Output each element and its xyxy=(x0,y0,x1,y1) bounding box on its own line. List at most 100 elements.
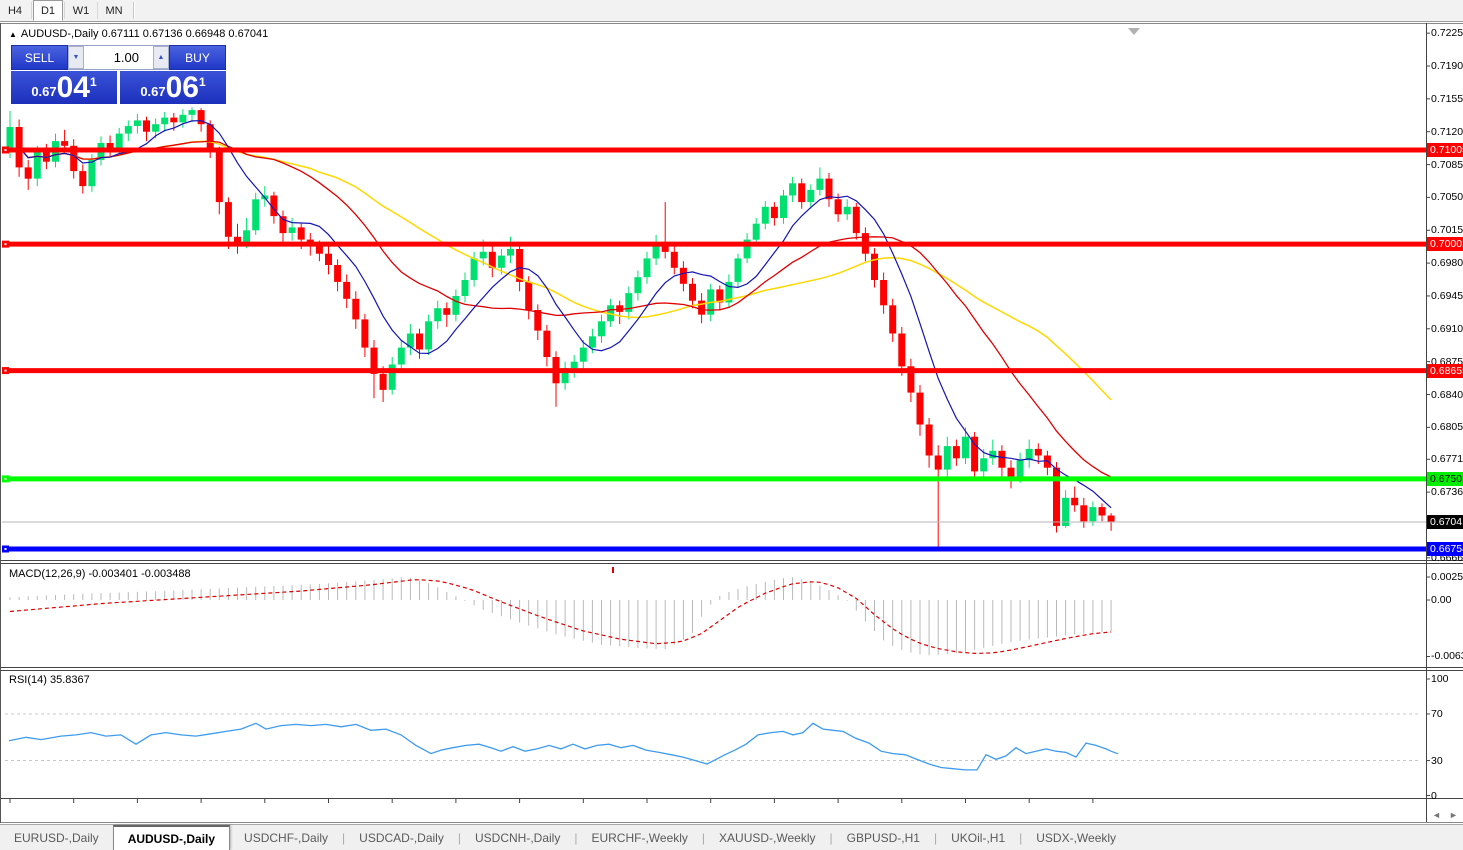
one-click-trading-panel: SELL ▼ 1.00 ▲ BUY 0.67 04 1 0.67 06 1 xyxy=(11,45,226,104)
candle xyxy=(971,437,978,472)
candle xyxy=(434,308,441,321)
candle xyxy=(780,196,787,219)
macd-histogram xyxy=(10,577,1111,655)
chart-plot-area[interactable] xyxy=(1,23,1463,823)
candle xyxy=(179,115,186,123)
candle xyxy=(25,167,32,178)
candle xyxy=(134,120,141,126)
volume-decrease-icon[interactable]: ▼ xyxy=(68,46,84,69)
chart-tab-usdx-weekly[interactable]: USDX-,Weekly xyxy=(1022,825,1130,850)
candle xyxy=(352,299,359,320)
hline-handle-dot xyxy=(5,548,7,550)
scroll-left-icon[interactable]: ◄ xyxy=(1432,810,1441,820)
scroll-right-icon[interactable]: ► xyxy=(1449,810,1458,820)
chart-tab-eurusd-daily[interactable]: EURUSD-,Daily xyxy=(0,825,113,850)
chart-shift-marker-icon[interactable] xyxy=(1128,28,1140,35)
candle xyxy=(917,393,924,425)
candle xyxy=(735,258,742,282)
candle xyxy=(443,308,450,315)
candle xyxy=(816,179,823,190)
hline-handle-dot xyxy=(5,149,7,151)
candle xyxy=(462,280,469,296)
candle xyxy=(1071,498,1078,506)
price-tag-0.68655: 0.68655 xyxy=(1427,364,1463,378)
macd-axis-label: -0.006326 xyxy=(1431,650,1463,662)
candle xyxy=(953,446,960,458)
hline-handle-dot xyxy=(5,478,7,480)
candle xyxy=(225,202,232,237)
candle xyxy=(116,134,123,149)
price-axis-label: 0.70500 xyxy=(1431,191,1463,203)
chart-tab-eurchf-weekly[interactable]: EURCHF-,Weekly xyxy=(577,825,701,850)
rsi-indicator-label: RSI(14) 35.8367 xyxy=(9,674,90,686)
candle xyxy=(79,171,86,186)
candle xyxy=(926,425,933,456)
chart-tab-usdcad-daily[interactable]: USDCAD-,Daily xyxy=(345,825,458,850)
candle xyxy=(143,120,150,131)
buy-button[interactable]: BUY xyxy=(169,45,226,70)
timeframe-button-D1[interactable]: D1 xyxy=(33,0,63,21)
candle xyxy=(480,252,487,259)
buy-price-box[interactable]: 0.67 06 1 xyxy=(120,71,226,104)
chart-tab-audusd-daily[interactable]: AUDUSD-,Daily xyxy=(113,825,230,850)
candle xyxy=(88,160,95,186)
candle xyxy=(644,258,651,277)
candle xyxy=(798,183,805,202)
price-axis-label: 0.67710 xyxy=(1431,453,1463,465)
timeframe-toolbar: H4D1W1MN xyxy=(0,0,1463,22)
candle xyxy=(935,456,942,470)
candle xyxy=(580,348,587,362)
price-axis-label: 0.69800 xyxy=(1431,257,1463,269)
timeframe-button-W1[interactable]: W1 xyxy=(66,0,96,21)
candle xyxy=(152,124,159,132)
price-axis-label: 0.69450 xyxy=(1431,290,1463,302)
price-axis-label: 0.69100 xyxy=(1431,323,1463,335)
chart-tab-usdcnh-daily[interactable]: USDCNH-,Daily xyxy=(461,825,574,850)
candle xyxy=(698,301,705,315)
candle xyxy=(343,282,350,299)
candle xyxy=(944,446,951,470)
candle xyxy=(316,246,323,254)
candle xyxy=(471,258,478,280)
candle xyxy=(671,252,678,268)
candle xyxy=(835,199,842,214)
candle xyxy=(689,284,696,301)
candle xyxy=(807,190,814,202)
candle xyxy=(243,230,250,242)
candle xyxy=(844,207,851,215)
timeframe-button-MN[interactable]: MN xyxy=(99,0,129,21)
candle xyxy=(1008,468,1015,477)
collapse-panel-icon[interactable]: ▲ xyxy=(9,30,17,39)
chart-tab-bar: EURUSD-,DailyAUDUSD-,DailyUSDCHF-,Daily|… xyxy=(0,824,1463,850)
price-tag-0.70002: 0.70002 xyxy=(1427,237,1463,251)
candle xyxy=(298,227,305,239)
candle xyxy=(216,151,223,203)
sell-button[interactable]: SELL xyxy=(11,45,68,70)
candle xyxy=(252,199,259,230)
buy-price-small: 0.67 xyxy=(140,84,165,99)
candle xyxy=(361,319,368,347)
price-axis-label: 0.68400 xyxy=(1431,389,1463,401)
candle xyxy=(1080,505,1087,521)
candle xyxy=(452,296,459,315)
candle xyxy=(125,126,132,134)
chart-tab-xauusd-weekly[interactable]: XAUUSD-,Weekly xyxy=(705,825,829,850)
chart-tab-gbpusd-h1[interactable]: GBPUSD-,H1 xyxy=(833,825,934,850)
candle xyxy=(1108,516,1115,523)
moving-average-34 xyxy=(19,141,1111,400)
volume-increase-icon[interactable]: ▲ xyxy=(153,46,169,69)
chart-tab-usdchf-daily[interactable]: USDCHF-,Daily xyxy=(230,825,342,850)
candle xyxy=(634,277,641,293)
volume-input[interactable]: 1.00 xyxy=(84,46,153,69)
timeframe-button-H4[interactable]: H4 xyxy=(0,0,30,21)
toolbar-separator xyxy=(64,2,65,19)
chart-tab-ukoil-h1[interactable]: UKOil-,H1 xyxy=(937,825,1019,850)
candle xyxy=(1017,460,1024,477)
candle xyxy=(170,118,177,123)
hline-handle-dot xyxy=(5,243,7,245)
candle xyxy=(898,334,905,367)
candle xyxy=(289,227,296,233)
sell-price-box[interactable]: 0.67 04 1 xyxy=(11,71,117,104)
candle xyxy=(525,282,532,310)
chart-window: ▲AUDUSD-,Daily 0.67111 0.67136 0.66948 0… xyxy=(0,23,1463,823)
